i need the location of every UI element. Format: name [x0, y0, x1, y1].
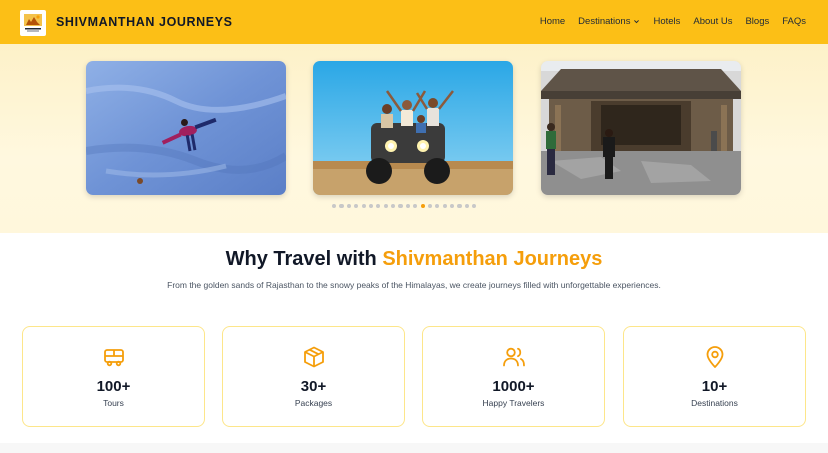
stat-value: 100+ — [96, 378, 131, 395]
why-travel-section: Why Travel with Shivmanthan Journeys Fro… — [0, 233, 828, 453]
camel-journey-logo-icon — [21, 11, 45, 35]
carousel-dot[interactable] — [420, 204, 425, 209]
carousel-dot[interactable] — [413, 204, 418, 209]
main-nav: Home Destinations Hotels About Us Blogs … — [527, 16, 806, 27]
stat-value: 10+ — [701, 378, 728, 395]
hero-carousel — [0, 44, 828, 233]
atv-desert-photo-image — [313, 61, 513, 195]
carousel-dot[interactable] — [472, 204, 477, 209]
nav-faqs-label: FAQs — [782, 16, 806, 27]
nav-destinations[interactable]: Destinations — [578, 16, 640, 27]
top-navbar: SHIVMANTHAN JOURNEYS Home Destinations H… — [0, 0, 828, 44]
carousel-dot[interactable] — [361, 204, 366, 209]
stat-card-destinations: 10+ Destinations — [623, 326, 806, 427]
nav-home[interactable]: Home — [540, 16, 565, 27]
nav-destinations-label: Destinations — [578, 16, 631, 27]
carousel-dots — [332, 204, 477, 209]
bus-icon — [103, 349, 124, 367]
carousel-dot[interactable] — [346, 204, 351, 209]
temple-photo-image — [541, 61, 741, 195]
package-icon — [303, 346, 324, 368]
carousel-dot[interactable] — [405, 204, 410, 209]
carousel-dot[interactable] — [391, 204, 396, 209]
carousel-dot[interactable] — [427, 204, 433, 209]
carousel-slide-temple[interactable] — [541, 61, 741, 195]
carousel-dot[interactable] — [442, 204, 447, 209]
stat-card-packages: 30+ Packages — [222, 326, 405, 427]
snow-photo-image — [86, 61, 286, 195]
stat-label: Tours — [103, 398, 124, 408]
stat-card-travelers: 1000+ Happy Travelers — [422, 326, 605, 427]
carousel-dot[interactable] — [376, 204, 381, 209]
carousel-dot[interactable] — [450, 204, 455, 209]
section-title-prefix: Why Travel with — [225, 248, 383, 270]
nav-blogs-label: Blogs — [745, 16, 770, 27]
nav-about-us[interactable]: About Us — [693, 16, 732, 27]
section-title-accent: Shivmanthan Journeys — [382, 248, 603, 270]
nav-hotels-label: Hotels — [653, 16, 681, 27]
stat-value: 30+ — [300, 378, 327, 395]
carousel-dot[interactable] — [457, 204, 462, 209]
stat-label: Destinations — [691, 398, 738, 408]
carousel-dot[interactable] — [368, 204, 374, 209]
nav-hotels[interactable]: Hotels — [653, 16, 680, 27]
brand-logo[interactable] — [20, 10, 46, 36]
carousel-dot[interactable] — [464, 204, 469, 209]
carousel-dot[interactable] — [435, 204, 440, 209]
carousel-dot[interactable] — [354, 204, 359, 209]
map-pin-icon — [706, 346, 723, 368]
chevron-down-icon — [634, 20, 640, 24]
carousel-slide-snow[interactable] — [86, 61, 286, 195]
carousel-slide-atv[interactable] — [313, 61, 513, 195]
nav-home-label: Home — [539, 16, 566, 27]
next-section-edge — [0, 443, 828, 453]
stat-card-tours: 100+ Tours — [22, 326, 205, 427]
carousel-dot[interactable] — [339, 204, 344, 209]
brand-name[interactable]: SHIVMANTHAN JOURNEYS — [56, 15, 233, 29]
stat-label: Packages — [294, 398, 333, 408]
stat-label: Happy Travelers — [482, 398, 545, 408]
users-icon — [502, 347, 525, 367]
section-title: Why Travel with Shivmanthan Journeys — [0, 248, 828, 271]
nav-about-us-label: About Us — [693, 16, 733, 27]
carousel-dot[interactable] — [332, 204, 337, 209]
stat-value: 1000+ — [492, 378, 535, 395]
nav-blogs[interactable]: Blogs — [745, 16, 769, 27]
section-subtitle: From the golden sands of Rajasthan to th… — [167, 280, 661, 290]
nav-faqs[interactable]: FAQs — [782, 16, 806, 27]
carousel-dot[interactable] — [383, 204, 388, 209]
carousel-dot[interactable] — [398, 204, 403, 209]
